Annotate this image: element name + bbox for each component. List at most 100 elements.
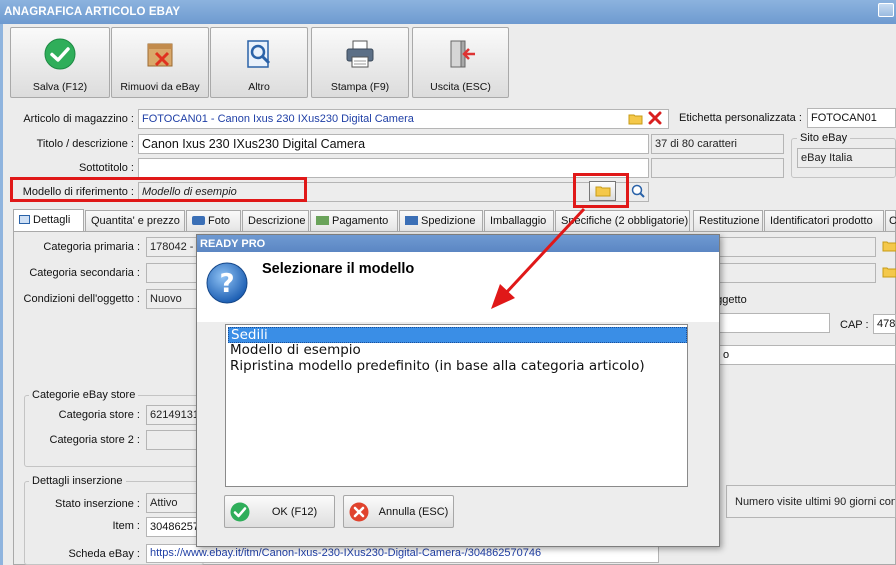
dialog-title: READY PRO [197,235,719,252]
subtitle-label: Sottotitolo : [78,162,134,174]
dialog-heading: Selezionare il modello [262,261,415,277]
ok-button[interactable]: OK (F12) [224,495,335,528]
document-search-icon [247,40,271,68]
printer-icon [346,40,374,68]
details-icon [19,215,30,224]
article-field[interactable]: FOTOCAN01 - Canon Ixus 230 IXus230 Digit… [138,109,669,129]
ebay-page-label: Scheda eBay : [68,548,140,560]
folder-icon[interactable] [882,266,896,278]
cancel-icon [349,502,369,522]
ok-button-label: OK (F12) [271,506,318,518]
question-icon: ? [206,262,248,304]
store-category2-label: Categoria store 2 : [49,434,141,446]
cancel-button[interactable]: Annulla (ESC) [343,495,454,528]
folder-icon[interactable] [882,240,896,252]
cap-label: CAP : [840,319,869,331]
tab-label: Descrizione [248,215,306,227]
money-icon [316,216,329,225]
listing-status-label: Stato inserzione : [55,498,140,510]
tab-label: Spedizione [421,215,476,227]
remove-from-ebay-button[interactable]: Rimuovi da eBay [111,27,209,98]
tab-label: Quantita' e prezzo [91,215,180,227]
tab-dettagli[interactable]: Dettagli [13,209,84,233]
custom-label-field[interactable]: FOTOCAN01 [807,108,896,128]
condition-label: Condizioni dell'oggetto : [23,293,140,305]
tab-descrizione[interactable]: Descrizione [242,210,309,232]
title-label: Titolo / descrizione : [36,138,134,150]
tab-c[interactable]: C [885,210,896,232]
truck-icon [405,216,418,225]
list-item[interactable]: Modello di esempio [228,343,687,359]
subtitle-counter [651,158,784,178]
tab-label: Pagamento [332,215,389,227]
listing-status-field[interactable]: Attivo [146,493,198,513]
folder-icon[interactable] [628,113,643,125]
exit-button-label: Uscita (ESC) [430,81,491,93]
item-label: Item : [112,520,140,532]
print-button-label: Stampa (F9) [330,81,390,93]
list-item[interactable]: Sedili [228,327,687,343]
item-field[interactable]: 30486257 [146,517,198,537]
tab-pagamento[interactable]: Pagamento [310,210,398,232]
window-title: ANAGRAFICA ARTICOLO EBAY [0,0,896,24]
site-label: Sito eBay [797,132,851,144]
store-category-label: Categoria store : [58,409,140,421]
store-category2-field[interactable] [146,430,198,450]
tab-spedizione[interactable]: Spedizione [399,210,483,232]
tab-label: Specifiche (2 obbligatorie) [561,215,689,227]
svg-text:?: ? [219,269,234,299]
article-label: Articolo di magazzino : [23,113,134,125]
tab-foto[interactable]: Foto [186,210,241,232]
secondary-category-extra [719,263,876,283]
save-button[interactable]: Salva (F12) [10,27,110,98]
location-field[interactable] [719,313,830,333]
other-button[interactable]: Altro [210,27,308,98]
cap-field[interactable]: 478 [873,314,896,334]
box-remove-icon [147,43,173,67]
model-highlight [10,177,307,202]
tab-identificatori-prodotto[interactable]: Identificatori prodotto [764,210,884,232]
model-listbox[interactable]: Sedili Modello di esempio Ripristina mod… [225,324,688,487]
store-categories-title: Categorie eBay store [29,389,139,401]
tab-imballaggio[interactable]: Imballaggio [484,210,554,232]
exit-button[interactable]: Uscita (ESC) [412,27,509,98]
store-category-field[interactable]: 62149131 [146,405,198,425]
check-icon [230,502,250,522]
title-field[interactable]: Canon Ixus 230 IXus230 Digital Camera [138,134,649,154]
select-model-dialog: READY PRO ? Selezionare il modello Sedil… [196,234,720,547]
custom-label-label: Etichetta personalizzata : [679,112,802,124]
dialog-header: ? Selezionare il modello [197,252,719,322]
location-city-field[interactable]: o [719,345,896,365]
print-button[interactable]: Stampa (F9) [311,27,409,98]
check-icon [44,38,76,70]
site-field[interactable]: eBay Italia [797,148,896,168]
exit-door-icon [450,40,475,68]
search-icon[interactable] [631,184,645,198]
clear-icon[interactable] [648,111,662,125]
secondary-category-field[interactable] [146,263,198,283]
tab-label: Identificatori prodotto [770,215,873,227]
tab-label: Restituzione [699,215,760,227]
save-button-label: Salva (F12) [32,81,88,93]
camera-icon [192,216,205,225]
primary-category-field[interactable]: 178042 - [146,237,198,257]
primary-category-extra [719,237,876,257]
remove-button-label: Rimuovi da eBay [120,81,200,93]
tab-label: Foto [208,215,231,227]
title-char-counter: 37 di 80 caratteri [651,134,784,154]
tab-label: C [889,215,896,227]
tab-quantita-prezzo[interactable]: Quantita' e prezzo [85,210,185,232]
secondary-category-label: Categoria secondaria : [29,267,140,279]
other-button-label: Altro [248,81,270,93]
tab-label: Imballaggio [490,215,547,227]
maximize-button[interactable] [878,3,894,17]
window-controls [855,0,896,24]
tab-specifiche[interactable]: Specifiche (2 obbligatorie) [555,210,690,232]
list-item[interactable]: Ripristina modello predefinito (in base … [228,359,687,375]
browse-highlight [573,173,629,208]
condition-field[interactable]: Nuovo [146,289,198,309]
cancel-button-label: Annulla (ESC) [378,506,449,518]
listing-details-title: Dettagli inserzione [29,475,126,487]
tab-restituzione[interactable]: Restituzione [693,210,763,232]
visits-counter: Numero visite ultimi 90 giorni con a [726,485,896,518]
